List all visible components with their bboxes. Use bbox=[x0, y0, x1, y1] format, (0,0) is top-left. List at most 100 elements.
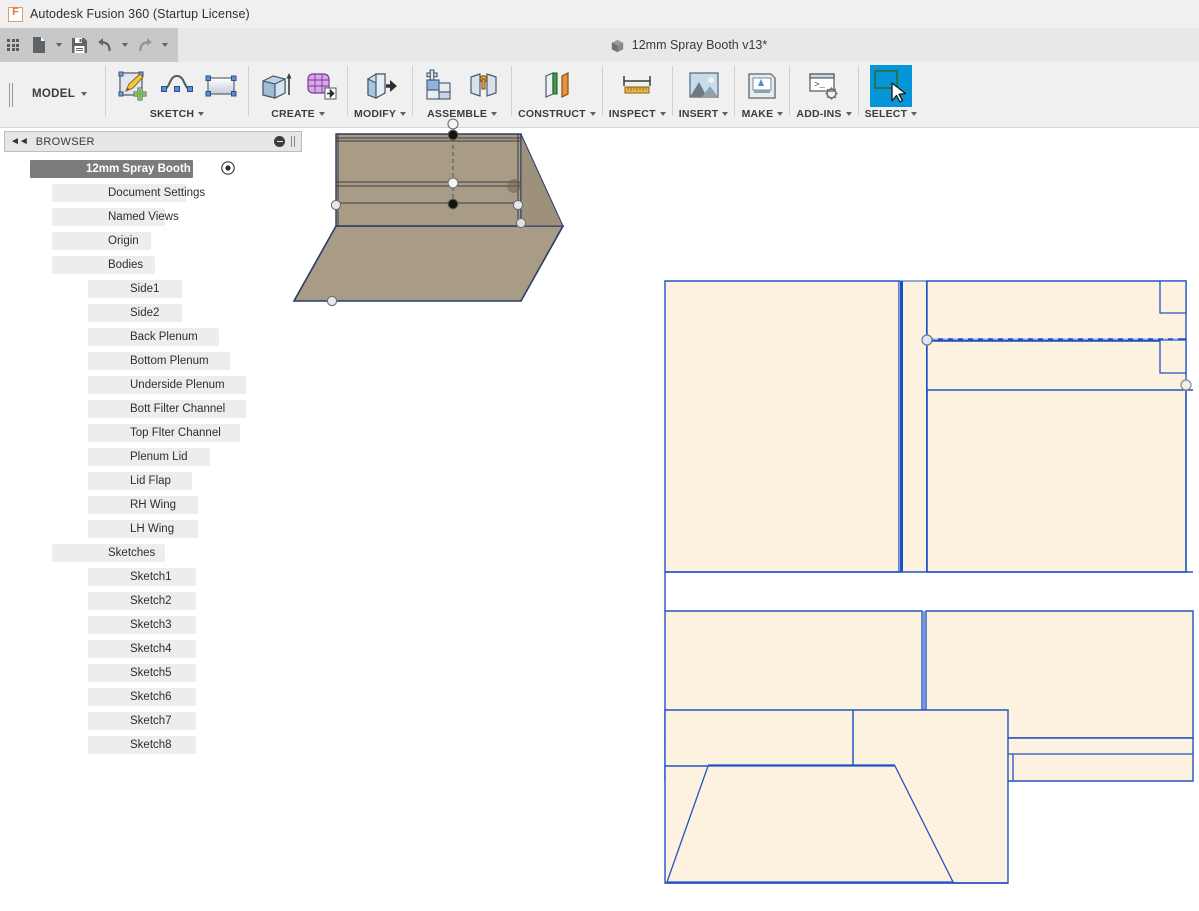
tree-twisty[interactable] bbox=[74, 277, 88, 301]
create-sketch-tool[interactable] bbox=[112, 65, 154, 107]
chevron-down-icon[interactable] bbox=[318, 112, 325, 116]
undo-button[interactable] bbox=[92, 30, 118, 60]
new-file-button[interactable] bbox=[26, 30, 52, 60]
tree-item[interactable]: LH Wing bbox=[0, 517, 305, 541]
joint-icon bbox=[470, 73, 497, 97]
chevron-down-icon[interactable] bbox=[911, 112, 918, 116]
tree-item[interactable]: Named Views bbox=[0, 205, 305, 229]
tree-twisty[interactable] bbox=[74, 493, 88, 517]
tree-twisty[interactable] bbox=[74, 445, 88, 469]
tree-twisty[interactable] bbox=[74, 709, 88, 733]
tree-item[interactable]: RH Wing bbox=[0, 493, 305, 517]
new-file-dropdown[interactable] bbox=[52, 30, 66, 60]
sketch-point bbox=[1180, 379, 1192, 391]
new-component-tool[interactable] bbox=[419, 65, 461, 107]
chevron-down-icon bbox=[122, 43, 128, 47]
app-grid-button[interactable] bbox=[0, 30, 26, 60]
tree-twisty[interactable] bbox=[74, 469, 88, 493]
tree-item[interactable]: Sketch3 bbox=[0, 613, 305, 637]
undo-dropdown[interactable] bbox=[118, 30, 132, 60]
chevron-down-icon[interactable] bbox=[198, 112, 205, 116]
tree-item[interactable]: Bott Filter Channel bbox=[0, 397, 305, 421]
chevron-down-icon[interactable] bbox=[589, 112, 596, 116]
tree-twisty[interactable] bbox=[74, 517, 88, 541]
scripts-addins-tool[interactable]: >_ bbox=[803, 65, 845, 107]
tree-twisty[interactable] bbox=[74, 589, 88, 613]
script-gear-icon: >_ bbox=[809, 73, 838, 100]
select-tool[interactable] bbox=[869, 65, 912, 107]
tree-item[interactable]: Sketch4 bbox=[0, 637, 305, 661]
tree-item[interactable]: Sketch8 bbox=[0, 733, 305, 757]
extrude-tool[interactable] bbox=[255, 65, 297, 107]
tree-twisty[interactable] bbox=[74, 661, 88, 685]
chevron-down-icon[interactable] bbox=[400, 112, 407, 116]
minus-circle-icon[interactable] bbox=[274, 136, 285, 147]
tree-item[interactable]: Back Plenum bbox=[0, 325, 305, 349]
press-pull-tool[interactable] bbox=[359, 65, 401, 107]
tree-twisty[interactable] bbox=[74, 325, 88, 349]
resize-grip-icon[interactable] bbox=[291, 136, 296, 147]
tree-item[interactable]: Side2 bbox=[0, 301, 305, 325]
chevron-down-icon[interactable] bbox=[777, 112, 784, 116]
tree-twisty[interactable] bbox=[74, 349, 88, 373]
workspace-selector[interactable]: MODEL bbox=[22, 62, 105, 120]
tree-twisty[interactable] bbox=[74, 301, 88, 325]
document-tab[interactable]: 12mm Spray Booth v13* bbox=[610, 38, 767, 53]
tree-item-root[interactable]: 12mm Spray Booth v13 bbox=[0, 157, 305, 181]
tree-item-label: Bodies bbox=[108, 259, 144, 271]
save-button[interactable] bbox=[66, 30, 92, 60]
viewport-canvas[interactable] bbox=[292, 118, 1199, 911]
redo-button[interactable] bbox=[132, 30, 158, 60]
spline-tool[interactable] bbox=[156, 65, 198, 107]
tree-item-label: Document Settings bbox=[108, 187, 206, 199]
tree-item[interactable]: Side1 bbox=[0, 277, 305, 301]
tree-item[interactable]: Sketches bbox=[0, 541, 305, 565]
panel-label-insert: INSERT bbox=[678, 108, 719, 120]
tree-item[interactable]: Origin bbox=[0, 229, 305, 253]
tree-item[interactable]: Sketch5 bbox=[0, 661, 305, 685]
measure-tool[interactable] bbox=[616, 65, 658, 107]
tree-twisty[interactable] bbox=[74, 421, 88, 445]
chevron-down-icon[interactable] bbox=[845, 112, 852, 116]
redo-dropdown[interactable] bbox=[158, 30, 172, 60]
tree-item-label: Sketch3 bbox=[130, 619, 172, 631]
create-form-tool[interactable] bbox=[299, 65, 341, 107]
tree-twisty[interactable] bbox=[74, 637, 88, 661]
chevron-down-icon bbox=[162, 43, 168, 47]
tree-twisty[interactable] bbox=[74, 397, 88, 421]
spline-icon bbox=[161, 74, 194, 92]
cursor-select-icon bbox=[874, 70, 907, 103]
tree-item[interactable]: Sketch2 bbox=[0, 589, 305, 613]
undo-icon bbox=[98, 38, 111, 52]
tree-item[interactable]: Bodies bbox=[0, 253, 305, 277]
collapse-left-icon[interactable]: ◄◄ bbox=[10, 136, 29, 147]
chevron-down-icon[interactable] bbox=[491, 112, 498, 116]
tree-twisty[interactable] bbox=[74, 613, 88, 637]
tree-twisty[interactable] bbox=[74, 565, 88, 589]
tree-item[interactable]: Top Flter Channel bbox=[0, 421, 305, 445]
tree-item[interactable]: Sketch7 bbox=[0, 709, 305, 733]
tree-item[interactable]: Bottom Plenum bbox=[0, 349, 305, 373]
ribbon-grip[interactable] bbox=[0, 62, 22, 128]
tree-item[interactable]: Underside Plenum bbox=[0, 373, 305, 397]
tree-twisty[interactable] bbox=[74, 373, 88, 397]
rectangle-tool[interactable] bbox=[200, 65, 242, 107]
activate-target-icon[interactable] bbox=[221, 160, 235, 178]
title-bar: Autodesk Fusion 360 (Startup License) bbox=[0, 0, 1199, 28]
insert-canvas-tool[interactable] bbox=[683, 65, 725, 107]
offset-plane-tool[interactable] bbox=[536, 65, 578, 107]
chevron-down-icon[interactable] bbox=[659, 112, 666, 116]
tree-item[interactable]: Document Settings bbox=[0, 181, 305, 205]
tree-item[interactable]: Sketch1 bbox=[0, 565, 305, 589]
tree-item[interactable]: Sketch6 bbox=[0, 685, 305, 709]
sketch-geometry[interactable] bbox=[305, 128, 1199, 911]
chevron-down-icon[interactable] bbox=[722, 112, 729, 116]
3d-print-tool[interactable] bbox=[741, 65, 783, 107]
tree-item[interactable]: Plenum Lid bbox=[0, 445, 305, 469]
tree-twisty[interactable] bbox=[74, 733, 88, 757]
sketch-plus-icon bbox=[118, 71, 147, 101]
tree-twisty[interactable] bbox=[74, 685, 88, 709]
joint-tool[interactable] bbox=[463, 65, 505, 107]
tree-item-label: Sketch7 bbox=[130, 715, 172, 727]
tree-item[interactable]: Lid Flap bbox=[0, 469, 305, 493]
